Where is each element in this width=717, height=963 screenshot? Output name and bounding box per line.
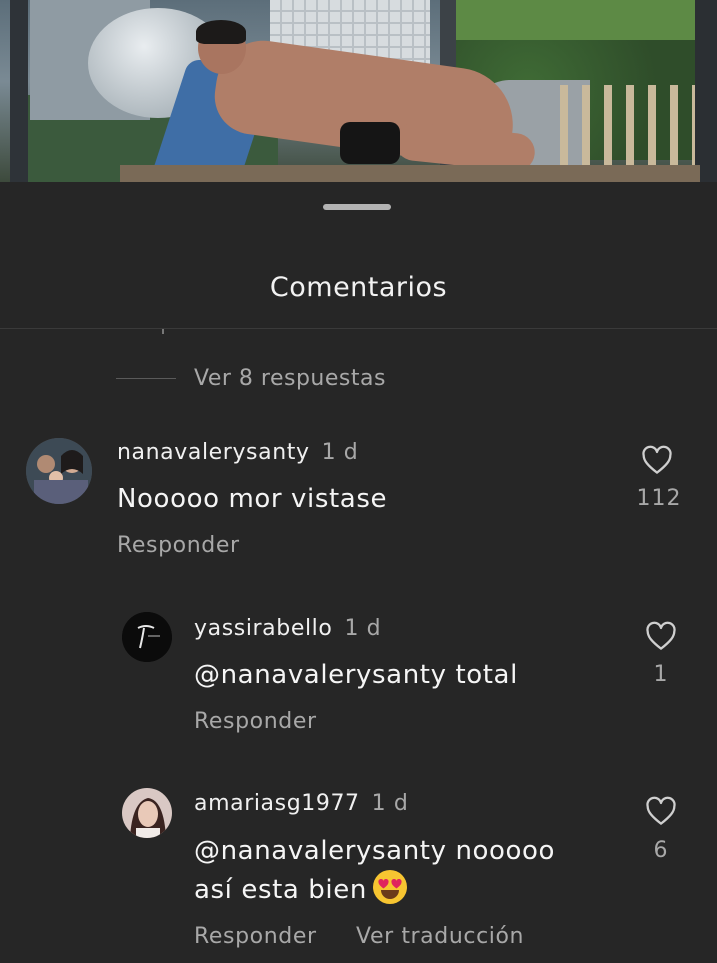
- username-text[interactable]: nanavalerysanty: [117, 440, 310, 465]
- view-replies-button[interactable]: Ver 8 respuestas: [116, 366, 386, 391]
- comment-text-line-2: así esta bien: [194, 875, 367, 905]
- avatar-image: [122, 612, 172, 662]
- like-button[interactable]: [645, 796, 679, 826]
- like-button[interactable]: [641, 445, 675, 475]
- comment-username[interactable]: amariasg1977 1 d: [194, 791, 408, 816]
- photo-swimwear: [340, 122, 400, 164]
- photo-fence: [560, 85, 700, 175]
- comment-text: @nanavalerysanty total: [194, 660, 518, 690]
- heart-eyes-emoji-icon: [372, 870, 407, 904]
- heart-eye-left-icon: [378, 879, 389, 889]
- comments-sheet: Comentarios Ver 8 respuestas nanavalerys…: [0, 182, 717, 963]
- reply-button[interactable]: Responder: [194, 924, 317, 949]
- username-text[interactable]: amariasg1977: [194, 791, 360, 816]
- comment-username[interactable]: nanavalerysanty 1 d: [117, 440, 358, 465]
- replies-line: [116, 378, 176, 379]
- drag-handle[interactable]: [323, 204, 391, 210]
- heart-icon: [642, 445, 672, 474]
- comment-time: 1 d: [321, 440, 359, 465]
- avatar[interactable]: [122, 788, 172, 838]
- heart-icon: [646, 621, 676, 650]
- avatar-image: [122, 788, 172, 838]
- comment-text-line2: así esta bien: [194, 870, 555, 909]
- comment-text: Nooooo mor vistase: [117, 484, 388, 514]
- avatar[interactable]: [26, 438, 92, 504]
- like-button[interactable]: [645, 621, 679, 651]
- heart-eye-right-icon: [391, 879, 402, 889]
- username-text[interactable]: yassirabello: [194, 616, 332, 641]
- comment-time: 1 d: [371, 791, 409, 816]
- post-photo: [0, 0, 717, 182]
- like-count: 6: [653, 838, 669, 863]
- comment-username[interactable]: yassirabello 1 d: [194, 616, 381, 641]
- photo-person-hair: [196, 20, 246, 44]
- scroll-indicator: [162, 329, 164, 334]
- comment-text-line: @nanavalerysanty nooooo: [194, 836, 556, 866]
- heart-icon: [646, 796, 676, 825]
- photo-window-frame: [10, 0, 28, 182]
- reply-button[interactable]: Responder: [117, 533, 240, 558]
- photo-deck: [120, 165, 700, 182]
- comment-text: @nanavalerysanty nooooo así esta bien: [194, 832, 555, 909]
- emoji-mouth: [380, 890, 399, 899]
- photo-window-frame-right: [695, 0, 717, 182]
- view-replies-label: Ver 8 respuestas: [194, 366, 386, 391]
- reply-button[interactable]: Responder: [194, 709, 317, 734]
- see-translation-button[interactable]: Ver traducción: [356, 924, 524, 949]
- comment-time: 1 d: [344, 616, 382, 641]
- like-count: 112: [636, 486, 682, 511]
- like-count: 1: [653, 662, 669, 687]
- avatar[interactable]: [122, 612, 172, 662]
- avatar-image: [26, 438, 92, 504]
- sheet-title: Comentarios: [269, 272, 448, 303]
- header-divider: [0, 328, 717, 329]
